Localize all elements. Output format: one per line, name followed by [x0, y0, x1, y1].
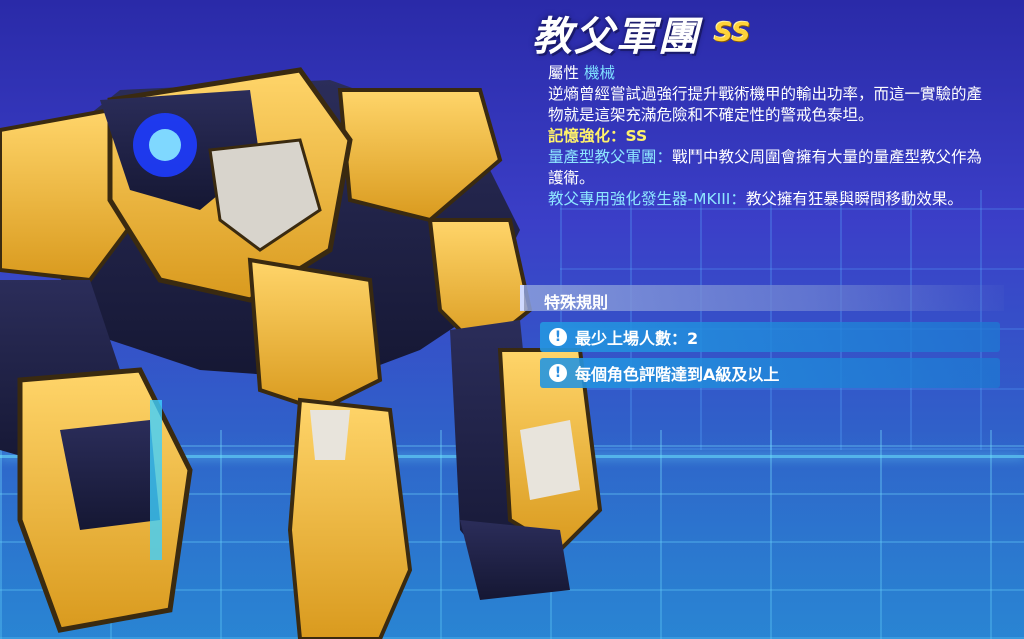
unit-rank-badge: SS: [714, 18, 751, 48]
memory-value: SS: [625, 127, 648, 145]
unit-info: 屬性 機械 逆熵曾經嘗試過強行提升戰術機甲的輸出功率，而這一實驗的產物就是這架充…: [548, 63, 988, 210]
skill-1: 量產型教父軍團：戰鬥中教父周圍會擁有大量的量產型教父作為護衛。: [548, 147, 988, 189]
special-rules-title: 特殊規則: [544, 293, 609, 312]
memory-line: 記憶強化：SS: [548, 126, 988, 147]
skill-1-name: 量產型教父軍團：: [548, 148, 673, 166]
rule-text: 最少上場人數：2: [575, 329, 699, 348]
special-rules-header: 特殊規則: [520, 285, 1004, 312]
skill-2-desc: 教父擁有狂暴與瞬間移動效果。: [745, 190, 963, 208]
exclamation-icon: !: [549, 364, 567, 382]
memory-label: 記憶強化：: [548, 127, 626, 145]
unit-name: 教父軍團: [532, 14, 700, 60]
attribute-label: 屬性: [548, 64, 580, 82]
attribute-value: 機械: [583, 64, 615, 82]
skill-2: 教父專用強化發生器-MKIII：教父擁有狂暴與瞬間移動效果。: [548, 189, 988, 210]
attribute-line: 屬性 機械: [548, 63, 988, 84]
unit-title-row: 教父軍團 SS: [532, 4, 751, 62]
skill-2-name: 教父專用強化發生器-MKIII：: [548, 190, 746, 208]
rule-item: ! 最少上場人數：2: [540, 322, 1000, 352]
unit-description: 逆熵曾經嘗試過強行提升戰術機甲的輸出功率，而這一實驗的產物就是這架充滿危險和不確…: [548, 85, 983, 124]
rule-item: ! 每個角色評階達到A級及以上: [540, 358, 1000, 388]
rule-text: 每個角色評階達到A級及以上: [575, 365, 780, 384]
exclamation-icon: !: [549, 328, 567, 346]
